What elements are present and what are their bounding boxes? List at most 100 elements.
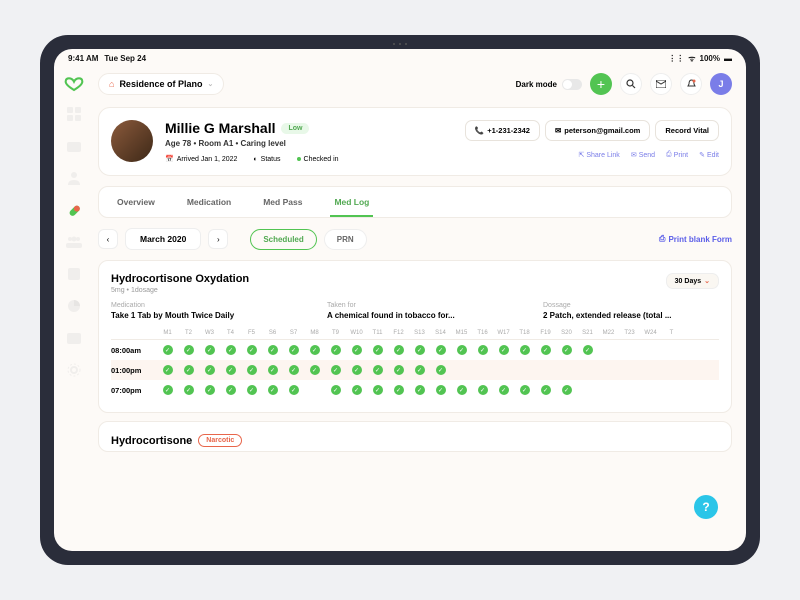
dose-cell[interactable]: ✓ <box>304 345 325 355</box>
dose-cell[interactable]: ✓ <box>493 345 514 355</box>
location-selector[interactable]: ⌂ Residence of Plano ⌄ <box>98 73 224 95</box>
day-header: T23 <box>619 330 640 336</box>
dose-cell[interactable]: ✓ <box>325 365 346 375</box>
sidebar-settings[interactable] <box>65 361 83 379</box>
dose-cell[interactable]: ✓ <box>199 345 220 355</box>
sidebar-billing[interactable] <box>65 329 83 347</box>
dose-cell[interactable]: ✓ <box>556 385 577 395</box>
dose-cell[interactable]: ✓ <box>430 385 451 395</box>
print-link[interactable]: ⎙Print <box>666 151 688 159</box>
tab-med-pass[interactable]: Med Pass <box>249 191 316 213</box>
dose-cell[interactable]: ✓ <box>367 345 388 355</box>
duration-selector[interactable]: 30 Days⌄ <box>666 273 719 289</box>
record-vital-button[interactable]: Record Vital <box>655 120 719 141</box>
next-month-button[interactable]: › <box>208 229 228 249</box>
dose-cell[interactable]: ✓ <box>241 385 262 395</box>
dose-cell[interactable]: ✓ <box>409 365 430 375</box>
patient-photo[interactable] <box>111 120 153 162</box>
dose-cell[interactable]: ✓ <box>535 345 556 355</box>
wifi-icon: ⋮⋮ <box>668 54 684 63</box>
dose-cell[interactable]: ✓ <box>514 345 535 355</box>
dose-cell[interactable]: ✓ <box>346 385 367 395</box>
tab-med-log[interactable]: Med Log <box>320 191 383 213</box>
share-link[interactable]: ⇱Share Link <box>578 151 619 159</box>
print-blank-form[interactable]: ⎙Print blank Form <box>659 234 732 244</box>
dose-cell[interactable]: ✓ <box>241 365 262 375</box>
dose-cell[interactable]: ✓ <box>367 365 388 375</box>
tab-overview[interactable]: Overview <box>103 191 169 213</box>
dose-cell[interactable]: ✓ <box>472 345 493 355</box>
sidebar-inbox[interactable] <box>65 137 83 155</box>
check-icon: ✓ <box>205 365 215 375</box>
dose-cell[interactable]: ✓ <box>409 385 430 395</box>
dose-cell[interactable]: ✓ <box>346 345 367 355</box>
phone-button[interactable]: 📞+1-231-2342 <box>465 120 540 141</box>
dose-cell[interactable]: ✓ <box>367 385 388 395</box>
dose-cell[interactable]: ✓ <box>220 345 241 355</box>
dose-cell[interactable]: ✓ <box>493 385 514 395</box>
dose-cell[interactable]: ✓ <box>283 385 304 395</box>
email-button[interactable]: ✉peterson@gmail.com <box>545 120 650 141</box>
dose-cell[interactable]: ✓ <box>283 365 304 375</box>
dose-cell[interactable]: ✓ <box>535 385 556 395</box>
dose-cell[interactable]: ✓ <box>178 385 199 395</box>
dose-cell[interactable]: ✓ <box>199 365 220 375</box>
sidebar-user[interactable] <box>65 169 83 187</box>
dose-cell[interactable]: ✓ <box>577 345 598 355</box>
dose-cell[interactable]: ✓ <box>262 365 283 375</box>
dose-cell[interactable]: ✓ <box>241 345 262 355</box>
dose-cell[interactable]: ✓ <box>388 345 409 355</box>
check-icon: ✓ <box>394 385 404 395</box>
dose-cell[interactable]: ✓ <box>220 385 241 395</box>
sidebar-team[interactable] <box>65 233 83 251</box>
app-logo[interactable] <box>64 75 84 91</box>
dose-cell[interactable]: ✓ <box>157 365 178 375</box>
dose-cell[interactable]: ✓ <box>178 345 199 355</box>
user-avatar[interactable]: J <box>710 73 732 95</box>
dose-cell[interactable]: ✓ <box>220 365 241 375</box>
filter-scheduled[interactable]: Scheduled <box>250 229 316 250</box>
dose-cell[interactable]: ✓ <box>325 385 346 395</box>
dose-cell[interactable]: ✓ <box>304 365 325 375</box>
help-button[interactable]: ? <box>694 495 718 519</box>
dose-cell[interactable]: ✓ <box>556 345 577 355</box>
status-value: Checked in <box>304 156 339 163</box>
send-link[interactable]: ✉Send <box>631 151 655 159</box>
dose-cell[interactable]: ✓ <box>199 385 220 395</box>
check-icon: ✓ <box>373 345 383 355</box>
sidebar-medication[interactable] <box>65 201 83 219</box>
dose-cell[interactable]: ✓ <box>409 345 430 355</box>
dose-cell[interactable]: ✓ <box>430 365 451 375</box>
filter-prn[interactable]: PRN <box>324 229 367 250</box>
day-header: S21 <box>577 330 598 336</box>
dose-cell[interactable]: ✓ <box>157 345 178 355</box>
dark-mode-toggle[interactable] <box>562 79 582 90</box>
dose-cell[interactable]: ✓ <box>157 385 178 395</box>
dose-cell[interactable]: ✓ <box>262 345 283 355</box>
dose-cell[interactable]: ✓ <box>472 385 493 395</box>
month-label[interactable]: March 2020 <box>125 228 201 250</box>
sidebar-tasks[interactable] <box>65 265 83 283</box>
day-header: T16 <box>472 330 493 336</box>
dose-cell[interactable]: ✓ <box>430 345 451 355</box>
dose-cell[interactable]: ✓ <box>325 345 346 355</box>
sidebar-dashboard[interactable] <box>65 105 83 123</box>
prev-month-button[interactable]: ‹ <box>98 229 118 249</box>
dose-cell[interactable]: ✓ <box>346 365 367 375</box>
dose-cell[interactable]: ✓ <box>283 345 304 355</box>
dose-cell[interactable]: ✓ <box>451 385 472 395</box>
tab-medication[interactable]: Medication <box>173 191 245 213</box>
dose-cell[interactable]: ✓ <box>262 385 283 395</box>
sidebar-reports[interactable] <box>65 297 83 315</box>
dose-cell[interactable]: ✓ <box>178 365 199 375</box>
add-button[interactable]: + <box>590 73 612 95</box>
notifications-button[interactable] <box>680 73 702 95</box>
dose-cell[interactable]: ✓ <box>388 385 409 395</box>
dose-cell[interactable]: ✓ <box>451 345 472 355</box>
dose-cell[interactable]: ✓ <box>388 365 409 375</box>
search-button[interactable] <box>620 73 642 95</box>
edit-link[interactable]: ✎Edit <box>699 151 719 159</box>
check-icon: ✓ <box>562 385 572 395</box>
dose-cell[interactable]: ✓ <box>514 385 535 395</box>
mail-button[interactable] <box>650 73 672 95</box>
